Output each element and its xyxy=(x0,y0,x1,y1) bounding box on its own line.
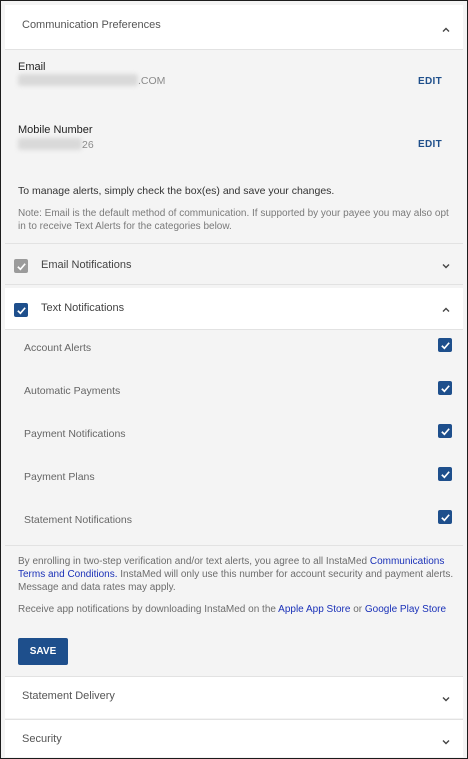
text-notifications-header[interactable]: Text Notifications xyxy=(5,288,463,329)
checkmark-icon xyxy=(440,341,450,349)
account-alerts-label: Account Alerts xyxy=(24,342,92,354)
chevron-up-icon[interactable] xyxy=(441,305,451,315)
app-text-part1: Receive app notifications by downloading… xyxy=(18,604,279,615)
redacted-email xyxy=(18,74,138,86)
divider xyxy=(5,545,463,546)
statement-notifications-label: Statement Notifications xyxy=(24,514,132,526)
checkmark-icon xyxy=(16,262,26,270)
checkmark-icon xyxy=(440,470,450,478)
security-header[interactable]: Security xyxy=(5,719,463,757)
consent-text-part1: By enrolling in two-step verification an… xyxy=(18,556,370,567)
payment-notifications-checkbox[interactable] xyxy=(438,424,452,438)
automatic-payments-label: Automatic Payments xyxy=(24,385,121,397)
edit-mobile-button[interactable]: EDIT xyxy=(418,139,442,150)
payment-plans-label: Payment Plans xyxy=(24,471,95,483)
divider xyxy=(5,49,463,50)
email-label: Email xyxy=(18,61,46,73)
communication-preferences-header[interactable]: Communication Preferences xyxy=(5,5,463,49)
mobile-number-label: Mobile Number xyxy=(18,124,93,136)
payment-notifications-label: Payment Notifications xyxy=(24,428,126,440)
email-notifications-header[interactable]: Email Notifications xyxy=(5,243,463,285)
payment-plans-checkbox[interactable] xyxy=(438,467,452,481)
statement-notifications-checkbox[interactable] xyxy=(438,510,452,524)
security-label: Security xyxy=(22,733,62,745)
account-alerts-checkbox[interactable] xyxy=(438,338,452,352)
email-notifications-checkbox[interactable] xyxy=(14,259,28,273)
section-title: Communication Preferences xyxy=(22,19,161,31)
save-button[interactable]: SAVE xyxy=(18,638,68,665)
text-notifications-checkbox[interactable] xyxy=(14,303,28,317)
automatic-payments-checkbox[interactable] xyxy=(438,381,452,395)
google-play-store-link[interactable]: Google Play Store xyxy=(365,604,446,615)
consent-text: By enrolling in two-step verification an… xyxy=(18,555,458,594)
statement-delivery-header[interactable]: Statement Delivery xyxy=(5,676,463,718)
apple-app-store-link[interactable]: Apple App Store xyxy=(278,604,350,615)
chevron-down-icon[interactable] xyxy=(441,737,451,747)
checkmark-icon xyxy=(440,513,450,521)
mobile-value-suffix: 26 xyxy=(82,139,94,151)
email-default-note: Note: Email is the default method of com… xyxy=(18,208,449,232)
app-text-or: or xyxy=(350,604,365,615)
chevron-down-icon[interactable] xyxy=(441,261,451,271)
communication-preferences-panel: Communication Preferences Email .COM EDI… xyxy=(0,0,468,759)
text-notifications-label: Text Notifications xyxy=(41,302,125,314)
email-notifications-label: Email Notifications xyxy=(41,259,132,271)
email-value-suffix: .COM xyxy=(138,75,166,87)
chevron-up-icon[interactable] xyxy=(441,25,451,35)
redacted-mobile-number xyxy=(18,138,82,150)
chevron-down-icon[interactable] xyxy=(441,694,451,704)
divider xyxy=(5,329,463,330)
checkmark-icon xyxy=(440,427,450,435)
checkmark-icon xyxy=(440,384,450,392)
manage-alerts-instruction: To manage alerts, simply check the box(e… xyxy=(18,185,335,197)
app-notifications-text: Receive app notifications by downloading… xyxy=(18,603,458,616)
checkmark-icon xyxy=(16,306,26,314)
edit-email-button[interactable]: EDIT xyxy=(418,76,442,87)
statement-delivery-label: Statement Delivery xyxy=(22,690,115,702)
